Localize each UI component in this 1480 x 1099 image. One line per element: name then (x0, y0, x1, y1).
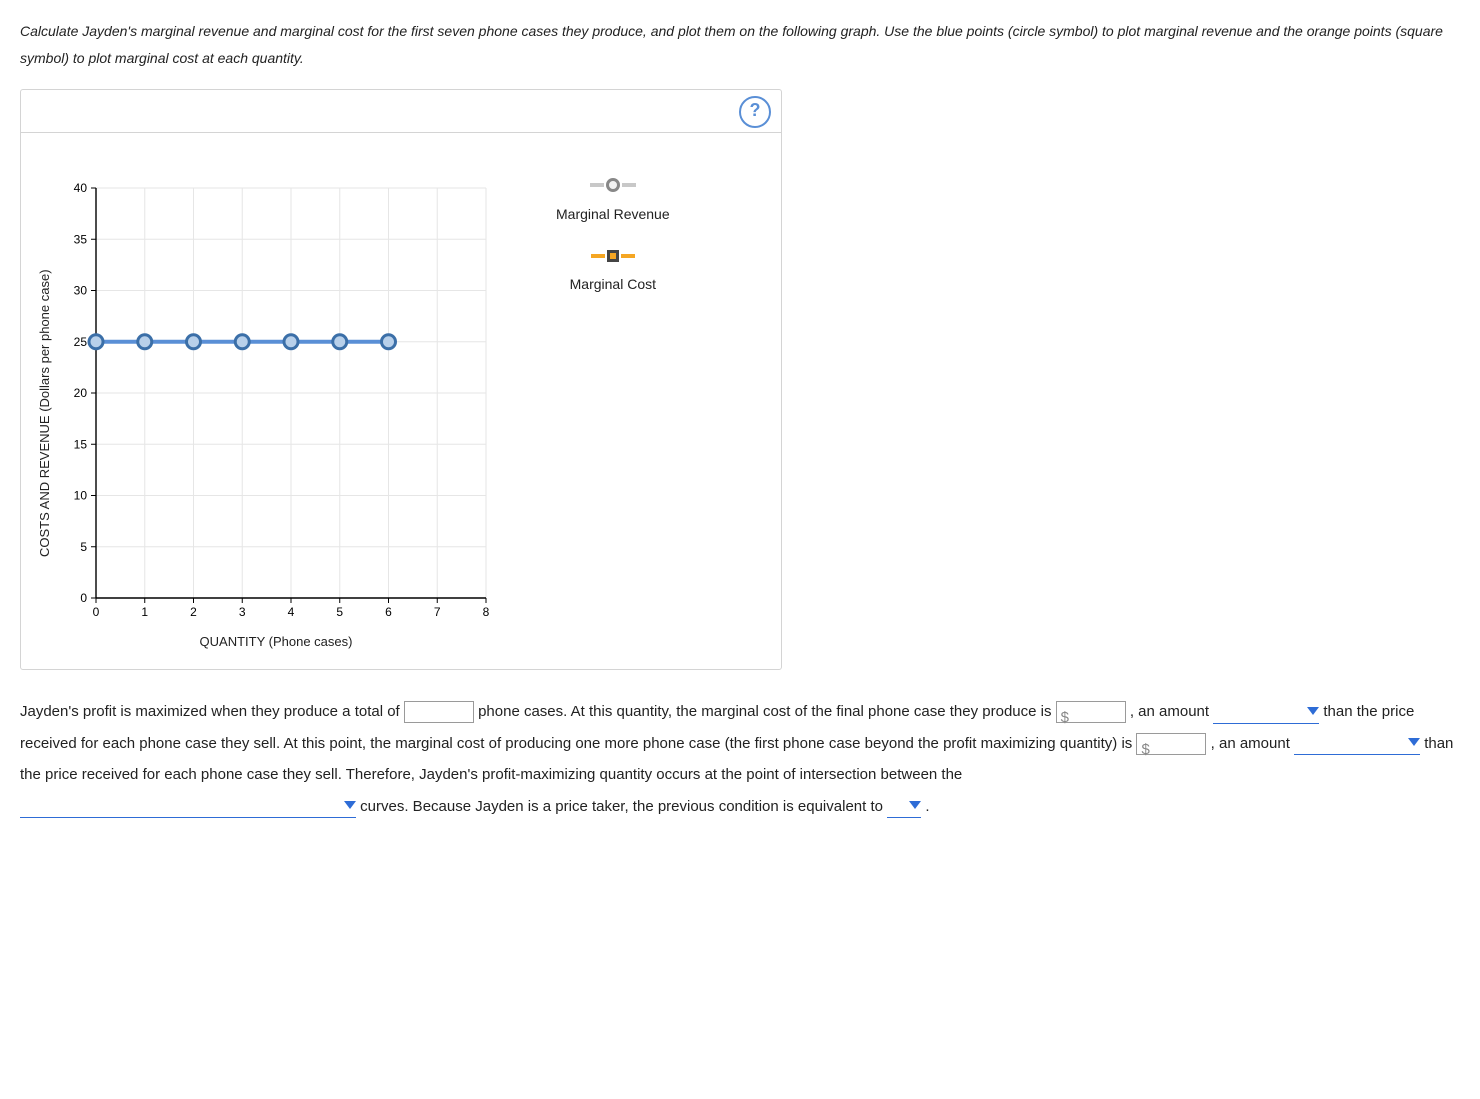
legend-mc-line-icon (621, 254, 635, 258)
chevron-down-icon (344, 801, 356, 809)
curves-dropdown[interactable] (20, 795, 356, 818)
condition-dropdown[interactable] (887, 795, 921, 818)
legend-mr-label: Marginal Revenue (556, 206, 670, 222)
q-text: , an amount (1211, 735, 1294, 752)
svg-text:7: 7 (434, 605, 441, 619)
mc-next-input[interactable]: $ (1136, 733, 1206, 755)
legend-mr-line-icon (590, 183, 604, 187)
chevron-down-icon (1307, 707, 1319, 715)
svg-text:1: 1 (141, 605, 148, 619)
svg-text:15: 15 (74, 437, 88, 451)
graph-panel: ? COSTS AND REVENUE (Dollars per phone c… (20, 89, 782, 670)
svg-text:5: 5 (80, 540, 87, 554)
q-text: . (925, 798, 929, 815)
legend-mc-line-icon (591, 254, 605, 258)
q-text: phone cases. At this quantity, the margi… (478, 703, 1056, 720)
amount-compare-dropdown-1[interactable] (1213, 701, 1319, 724)
help-icon[interactable]: ? (739, 96, 771, 128)
x-axis-label: QUANTITY (Phone cases) (56, 634, 496, 649)
svg-text:2: 2 (190, 605, 197, 619)
circle-icon (606, 178, 620, 192)
svg-text:8: 8 (483, 605, 490, 619)
y-axis-label: COSTS AND REVENUE (Dollars per phone cas… (31, 178, 56, 649)
chevron-down-icon (909, 801, 921, 809)
square-icon (607, 250, 619, 262)
legend: Marginal Revenue Marginal Cost (556, 178, 670, 649)
svg-text:30: 30 (74, 284, 88, 298)
svg-text:40: 40 (74, 181, 88, 195)
legend-mr[interactable]: Marginal Revenue (556, 178, 670, 222)
svg-text:6: 6 (385, 605, 392, 619)
panel-toolbar: ? (21, 90, 781, 133)
instruction-text: Calculate Jayden's marginal revenue and … (20, 18, 1460, 71)
svg-text:4: 4 (288, 605, 295, 619)
svg-text:25: 25 (74, 335, 88, 349)
svg-text:10: 10 (74, 489, 88, 503)
svg-text:3: 3 (239, 605, 246, 619)
q-text: Jayden's profit is maximized when they p… (20, 703, 404, 720)
svg-text:5: 5 (336, 605, 343, 619)
q-text: , an amount (1130, 703, 1213, 720)
chevron-down-icon (1408, 738, 1420, 746)
svg-text:35: 35 (74, 232, 88, 246)
legend-mc-label: Marginal Cost (556, 276, 670, 292)
plot-area[interactable]: 0 1 2 3 4 5 6 7 8 0 5 10 15 20 25 30 35 40 (56, 178, 496, 628)
question-text: Jayden's profit is maximized when they p… (20, 696, 1460, 822)
svg-text:20: 20 (74, 386, 88, 400)
legend-mr-line-icon (622, 183, 636, 187)
q-text: curves. Because Jayden is a price taker,… (360, 798, 887, 815)
mc-final-input[interactable]: $ (1056, 701, 1126, 723)
quantity-input[interactable] (404, 701, 474, 723)
svg-text:0: 0 (80, 591, 87, 605)
svg-text:0: 0 (93, 605, 100, 619)
amount-compare-dropdown-2[interactable] (1294, 732, 1420, 755)
legend-mc[interactable]: Marginal Cost (556, 250, 670, 292)
